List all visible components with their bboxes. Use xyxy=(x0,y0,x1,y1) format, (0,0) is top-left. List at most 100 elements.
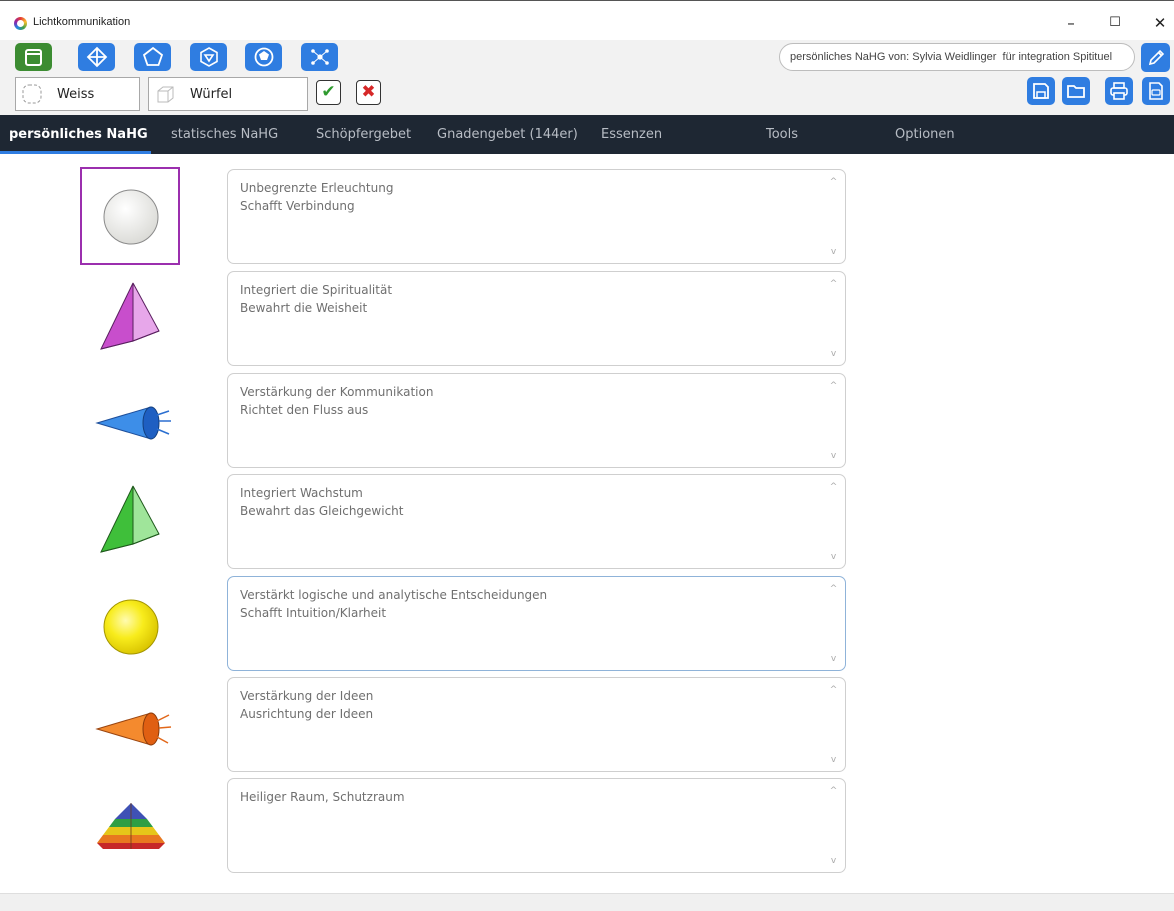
scroll-down-icon[interactable]: v xyxy=(827,653,840,665)
app-logo-icon xyxy=(14,17,27,30)
edit-button[interactable] xyxy=(1141,43,1170,72)
scroll-up-icon[interactable]: ^ xyxy=(827,176,840,188)
text-card[interactable]: Integriert Wachstum Bewahrt das Gleichge… xyxy=(227,474,846,569)
print-button[interactable] xyxy=(1105,77,1133,105)
scroll-down-icon[interactable]: v xyxy=(827,450,840,462)
scrollbar[interactable]: ^ v xyxy=(827,583,840,665)
cube-outline-icon xyxy=(157,86,174,103)
dodecahedron-shape-button[interactable] xyxy=(245,43,282,71)
text-line: Richtet den Fluss aus xyxy=(240,403,369,417)
text-line: Verstärkt logische und analytische Entsc… xyxy=(240,588,548,602)
icosahedron-icon xyxy=(199,47,218,67)
tab-gnadengebet[interactable]: Gnadengebet (144er) xyxy=(437,127,578,142)
text-line: Bewahrt das Gleichgewicht xyxy=(240,504,404,518)
circle-outline-icon xyxy=(22,84,42,104)
scroll-down-icon[interactable]: v xyxy=(827,551,840,563)
text-card[interactable]: Verstärkung der Ideen Ausrichtung der Id… xyxy=(227,677,846,772)
cube-icon xyxy=(24,49,42,66)
scrollbar[interactable]: ^ v xyxy=(827,278,840,360)
tab-tools[interactable]: Tools xyxy=(766,127,798,142)
text-line: Unbegrenzte Erleuchtung xyxy=(240,181,394,195)
text-line: Integriert die Spiritualität xyxy=(240,283,393,297)
scroll-up-icon[interactable]: ^ xyxy=(827,278,840,290)
shape-image-magenta-pyramid[interactable] xyxy=(80,269,180,367)
text-card[interactable]: Verstärkung der Kommunikation Richtet de… xyxy=(227,373,846,468)
scrollbar[interactable]: ^ v xyxy=(827,176,840,258)
tab-schoepfergebet[interactable]: Schöpfergebet xyxy=(316,127,411,142)
save-icon xyxy=(1033,83,1049,99)
scroll-up-icon[interactable]: ^ xyxy=(827,684,840,696)
maximize-button[interactable]: ☐ xyxy=(1095,11,1135,35)
shape-select-value: Würfel xyxy=(190,87,233,102)
rainbow-pyramid-icon xyxy=(97,803,165,849)
status-bar xyxy=(0,893,1174,911)
octahedron-shape-button[interactable] xyxy=(78,43,115,71)
scroll-down-icon[interactable]: v xyxy=(827,348,840,360)
scroll-up-icon[interactable]: ^ xyxy=(827,481,840,493)
text-line: Verstärkung der Ideen xyxy=(240,689,374,703)
shape-select[interactable]: Würfel xyxy=(148,77,308,111)
tab-persoenliches-nahg[interactable]: persönliches NaHG xyxy=(9,127,148,142)
green-pyramid-icon xyxy=(100,485,160,553)
save-button[interactable] xyxy=(1027,77,1055,105)
text-line: Schafft Verbindung xyxy=(240,199,355,213)
magenta-pyramid-icon xyxy=(100,282,160,350)
scrollbar[interactable]: ^ v xyxy=(827,481,840,563)
scroll-up-icon[interactable]: ^ xyxy=(827,785,840,797)
scroll-down-icon[interactable]: v xyxy=(827,246,840,258)
confirm-button[interactable]: ✔ xyxy=(316,80,341,105)
text-card[interactable]: Heiliger Raum, Schutzraum ^ v xyxy=(227,778,846,873)
scroll-down-icon[interactable]: v xyxy=(827,754,840,766)
scroll-up-icon[interactable]: ^ xyxy=(827,380,840,392)
print-icon xyxy=(1110,82,1128,100)
tab-essenzen[interactable]: Essenzen xyxy=(601,127,662,142)
title-bar: Lichtkommunikation – ☐ ✕ xyxy=(0,0,1174,40)
pdf-export-button[interactable] xyxy=(1142,77,1170,105)
shape-image-blue-cone[interactable] xyxy=(80,371,180,469)
scrollbar[interactable]: ^ v xyxy=(827,380,840,462)
shape-image-green-pyramid[interactable] xyxy=(80,472,180,570)
window-title: Lichtkommunikation xyxy=(33,16,131,28)
minimize-button[interactable]: – xyxy=(1051,11,1091,35)
shape-image-yellow-sphere[interactable] xyxy=(80,575,180,673)
text-line: Integriert Wachstum xyxy=(240,486,363,500)
color-select-value: Weiss xyxy=(57,87,95,102)
icosahedron-shape-button[interactable] xyxy=(190,43,227,71)
scroll-up-icon[interactable]: ^ xyxy=(827,583,840,595)
scroll-down-icon[interactable]: v xyxy=(827,855,840,867)
text-line: Bewahrt die Weisheit xyxy=(240,301,368,315)
title-input[interactable] xyxy=(779,43,1135,71)
tab-optionen[interactable]: Optionen xyxy=(895,127,955,142)
tab-statisches-nahg[interactable]: statisches NaHG xyxy=(171,127,278,142)
scrollbar[interactable]: ^ v xyxy=(827,785,840,867)
text-line: Schafft Intuition/Klarheit xyxy=(240,606,387,620)
scrollbar[interactable]: ^ v xyxy=(827,684,840,766)
text-line: Verstärkung der Kommunikation xyxy=(240,385,434,399)
star-cluster-icon xyxy=(310,49,329,65)
close-button[interactable]: ✕ xyxy=(1140,11,1174,35)
orange-cone-icon xyxy=(95,712,172,746)
cube-shape-button[interactable] xyxy=(15,43,52,71)
pdf-export-icon xyxy=(1149,82,1163,100)
text-card[interactable]: Verstärkt logische und analytische Entsc… xyxy=(227,576,846,671)
shape-image-white-sphere[interactable] xyxy=(80,167,180,265)
text-line: Heiliger Raum, Schutzraum xyxy=(240,790,405,804)
folder-open-icon xyxy=(1067,85,1085,98)
text-card[interactable]: Unbegrenzte Erleuchtung Schafft Verbindu… xyxy=(227,169,846,264)
toolbar: Weiss Würfel ✔ ✖ xyxy=(0,40,1174,115)
text-line: Ausrichtung der Ideen xyxy=(240,707,374,721)
shape-image-rainbow-pyramid[interactable] xyxy=(80,777,180,875)
cancel-button[interactable]: ✖ xyxy=(356,80,381,105)
yellow-sphere-icon xyxy=(103,599,159,655)
star-cluster-shape-button[interactable] xyxy=(301,43,338,71)
active-tab-indicator xyxy=(0,151,151,154)
blue-cone-icon xyxy=(95,406,171,440)
octahedron-icon xyxy=(86,46,107,68)
pentagon-shape-button[interactable] xyxy=(134,43,171,71)
open-button[interactable] xyxy=(1062,77,1090,105)
color-select[interactable]: Weiss xyxy=(15,77,140,111)
dodecahedron-icon xyxy=(254,47,273,67)
pentagon-icon xyxy=(142,46,163,66)
shape-image-orange-cone[interactable] xyxy=(80,675,180,773)
text-card[interactable]: Integriert die Spiritualität Bewahrt die… xyxy=(227,271,846,366)
